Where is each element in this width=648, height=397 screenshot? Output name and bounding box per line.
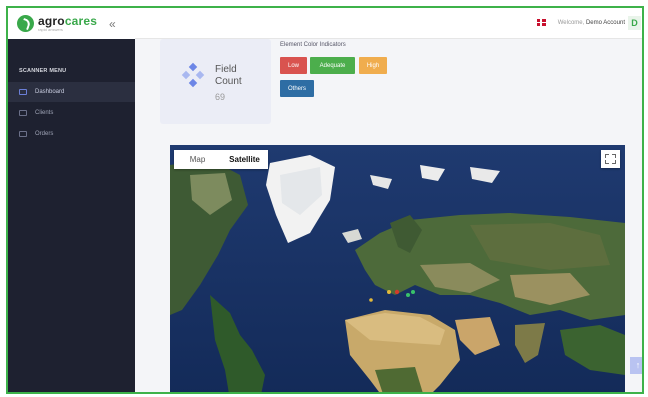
- diamonds-icon: [181, 62, 205, 88]
- app-frame: agrocares rapid answers « Welcome, Demo …: [6, 6, 644, 394]
- sidebar: SCANNER MENU Dashboard Clients Orders: [8, 39, 135, 392]
- brand-logo[interactable]: agrocares rapid answers «: [8, 8, 135, 39]
- sidebar-item-dashboard[interactable]: Dashboard: [8, 82, 135, 102]
- legend-title: Element Color Indicators: [280, 42, 346, 48]
- top-header: Welcome, Demo Account D: [135, 8, 642, 39]
- satellite-map[interactable]: [170, 145, 625, 392]
- others-chip[interactable]: Others: [280, 80, 314, 97]
- uk-flag-icon[interactable]: [537, 19, 546, 26]
- fullscreen-icon[interactable]: [601, 150, 620, 168]
- sidebar-item-label: Orders: [35, 131, 54, 137]
- high-chip[interactable]: High: [359, 57, 387, 74]
- welcome-text: Welcome, Demo Account: [557, 20, 625, 26]
- map-type-satellite[interactable]: Satellite: [221, 150, 268, 169]
- list-icon: [19, 131, 27, 137]
- field-count-value: 69: [215, 92, 226, 102]
- brand-name: agrocares: [38, 14, 98, 28]
- monitor-icon: [19, 89, 27, 95]
- map-type-toggle: Map Satellite: [174, 150, 268, 169]
- users-icon: [19, 110, 27, 116]
- scroll-to-top-icon[interactable]: ↑: [630, 357, 642, 374]
- avatar[interactable]: D: [628, 16, 641, 30]
- account-name[interactable]: Demo Account: [586, 20, 625, 26]
- world-map-graphic: [170, 145, 625, 392]
- sidebar-item-label: Clients: [35, 110, 54, 116]
- map-type-map[interactable]: Map: [174, 150, 221, 169]
- sidebar-section-title: SCANNER MENU: [19, 68, 67, 74]
- leaf-logo-icon: [17, 15, 34, 32]
- adequate-chip[interactable]: Adequate: [310, 57, 355, 74]
- low-chip[interactable]: Low: [280, 57, 307, 74]
- sidebar-item-label: Dashboard: [35, 89, 65, 95]
- collapse-sidebar-icon[interactable]: «: [109, 17, 116, 31]
- sidebar-item-orders[interactable]: Orders: [8, 124, 135, 144]
- field-count-label: Field Count: [215, 64, 242, 87]
- sidebar-item-clients[interactable]: Clients: [8, 103, 135, 123]
- brand-tagline: rapid answers: [38, 27, 63, 32]
